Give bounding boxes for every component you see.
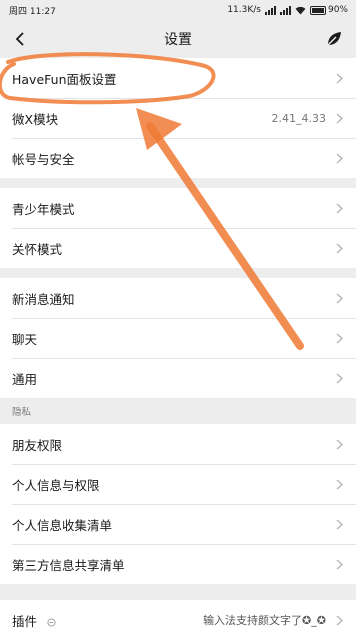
nav-bar: 设置 (0, 20, 356, 58)
privacy-section-header: 隐私 (0, 398, 356, 424)
chevron-right-icon (334, 292, 344, 304)
chevron-right-icon (334, 112, 344, 124)
signal-icon (279, 5, 291, 15)
setting-new-message-notify[interactable]: 新消息通知 (0, 278, 356, 318)
battery-icon: 90% (309, 5, 348, 15)
chevron-right-icon (334, 438, 344, 450)
minus-circle-icon (47, 617, 56, 627)
status-day-time: 周四 11:27 (9, 6, 56, 17)
chevron-right-icon (334, 614, 344, 626)
chevron-right-icon (334, 518, 344, 530)
setting-account-security[interactable]: 帐号与安全 (0, 138, 356, 178)
chevron-right-icon (334, 332, 344, 344)
status-bar: 周四 11:27 11.3K/s 90% (0, 0, 356, 20)
chevron-right-icon (334, 72, 344, 84)
settings-group-3: 新消息通知 聊天 通用 (0, 278, 356, 398)
battery-level: 90% (327, 5, 348, 15)
settings-group-privacy: 朋友权限 个人信息与权限 个人信息收集清单 第三方信息共享清单 (0, 424, 356, 584)
chevron-right-icon (334, 478, 344, 490)
settings-group-plugins: 插件 输入法支持颜文字了✪_✪ (0, 600, 356, 640)
setting-friend-permissions[interactable]: 朋友权限 (0, 424, 356, 464)
setting-wx-module[interactable]: 微X模块 2.41_4.33 (0, 98, 356, 138)
settings-group-1: HaveFun面板设置 微X模块 2.41_4.33 帐号与安全 (0, 58, 356, 178)
chevron-right-icon (334, 558, 344, 570)
leaf-button[interactable] (322, 27, 346, 51)
chevron-right-icon (334, 202, 344, 214)
network-speed: 11.3K/s (227, 5, 261, 15)
setting-general[interactable]: 通用 (0, 358, 356, 398)
setting-personal-info-permissions[interactable]: 个人信息与权限 (0, 464, 356, 504)
plugin-status: 输入法支持颜文字了✪_✪ (203, 614, 326, 627)
module-version: 2.41_4.33 (271, 111, 326, 125)
chevron-right-icon (334, 372, 344, 384)
wifi-icon (295, 6, 306, 15)
chevron-right-icon (334, 242, 344, 254)
setting-havefun-panel[interactable]: HaveFun面板设置 (0, 58, 356, 98)
setting-third-party-sharing[interactable]: 第三方信息共享清单 (0, 544, 356, 584)
setting-care-mode[interactable]: 关怀模式 (0, 228, 356, 268)
signal-icon (264, 5, 276, 15)
back-button[interactable] (8, 27, 32, 51)
leaf-icon (326, 32, 341, 47)
chevron-right-icon (334, 152, 344, 164)
settings-group-2: 青少年模式 关怀模式 (0, 188, 356, 268)
setting-plugins[interactable]: 插件 输入法支持颜文字了✪_✪ (0, 600, 356, 640)
page-title: 设置 (164, 32, 192, 48)
setting-chat[interactable]: 聊天 (0, 318, 356, 358)
chevron-left-icon (15, 32, 24, 46)
setting-personal-info-collection[interactable]: 个人信息收集清单 (0, 504, 356, 544)
setting-teen-mode[interactable]: 青少年模式 (0, 188, 356, 228)
